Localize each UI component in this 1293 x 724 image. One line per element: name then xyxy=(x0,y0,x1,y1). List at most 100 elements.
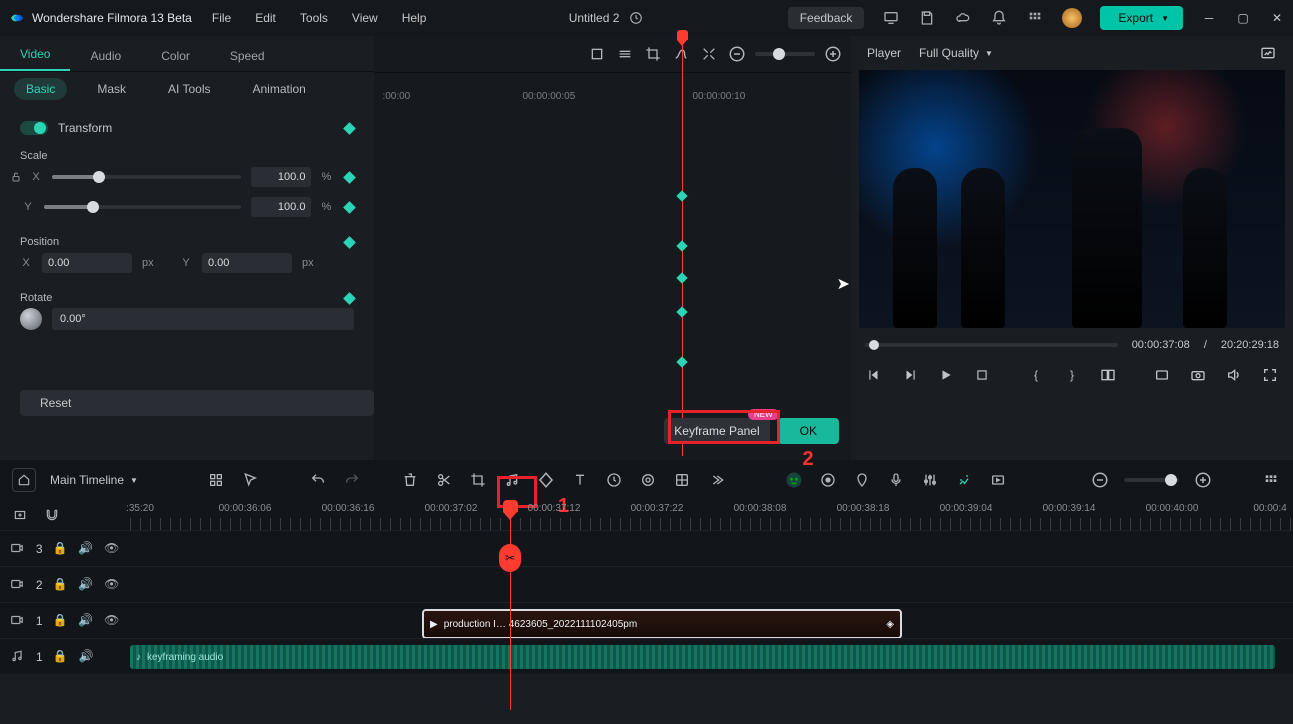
timeline-dropdown[interactable]: Main Timeline▼ xyxy=(50,473,138,487)
close-button[interactable]: ✕ xyxy=(1269,10,1285,26)
keyframe-scale-y[interactable] xyxy=(344,201,357,214)
step-back-icon[interactable] xyxy=(901,366,919,384)
maximize-button[interactable]: ▢ xyxy=(1235,10,1251,26)
feedback-button[interactable]: Feedback xyxy=(788,7,865,29)
tl-zoom-slider[interactable] xyxy=(1124,478,1179,482)
keyframe-rotate[interactable] xyxy=(344,292,357,305)
eye-icon[interactable]: 👁 xyxy=(104,577,120,593)
menu-file[interactable]: File xyxy=(212,11,231,25)
subtab-basic[interactable]: Basic xyxy=(14,78,67,100)
transform-toggle[interactable] xyxy=(20,121,48,135)
scale-x-slider[interactable] xyxy=(52,175,241,179)
mute-track-icon[interactable]: 🔊 xyxy=(78,613,94,629)
lane-v1[interactable]: ▶ production I… 4623605_2022111102405pm … xyxy=(130,602,1293,638)
tab-audio[interactable]: Audio xyxy=(70,41,141,71)
keyframe-position[interactable] xyxy=(344,236,357,249)
video-clip[interactable]: ▶ production I… 4623605_2022111102405pm … xyxy=(422,609,902,639)
magnet-icon[interactable] xyxy=(42,505,62,525)
progress-bar[interactable] xyxy=(865,343,1118,347)
lane-v2[interactable] xyxy=(130,566,1293,602)
scale-y-slider[interactable] xyxy=(44,205,241,209)
kf-dot[interactable] xyxy=(677,272,688,283)
menu-tools[interactable]: Tools xyxy=(300,11,328,25)
stop-icon[interactable] xyxy=(973,366,991,384)
lock-track-icon[interactable]: 🔒 xyxy=(53,649,69,665)
kf-center-icon[interactable] xyxy=(615,44,635,64)
kf-crop-icon[interactable] xyxy=(643,44,663,64)
prev-frame-icon[interactable] xyxy=(865,366,883,384)
lock-icon[interactable] xyxy=(10,171,24,183)
delete-icon[interactable] xyxy=(400,470,420,490)
redo-icon[interactable] xyxy=(342,470,362,490)
audio-clip[interactable]: ♪ keyframing audio xyxy=(130,645,1275,669)
mark-in-icon[interactable]: { xyxy=(1027,366,1045,384)
tab-speed[interactable]: Speed xyxy=(210,41,285,71)
play-icon[interactable] xyxy=(937,366,955,384)
speed-icon[interactable] xyxy=(604,470,624,490)
position-y-value[interactable]: 0.00 xyxy=(202,253,292,273)
keyframe-scale-x[interactable] xyxy=(344,171,357,184)
scale-y-value[interactable]: 100.0 xyxy=(251,197,311,217)
lock-track-icon[interactable]: 🔒 xyxy=(53,577,69,593)
tab-video[interactable]: Video xyxy=(0,39,70,71)
keyframe-tool-icon[interactable] xyxy=(536,470,556,490)
kf-dot[interactable] xyxy=(677,306,688,317)
crop-icon[interactable] xyxy=(468,470,488,490)
save-icon[interactable] xyxy=(918,9,936,27)
position-x-value[interactable]: 0.00 xyxy=(42,253,132,273)
menu-help[interactable]: Help xyxy=(402,11,427,25)
timeline-ruler[interactable]: :35:20 00:00:36:06 00:00:36:16 00:00:37:… xyxy=(130,500,1293,530)
player-viewport[interactable] xyxy=(859,70,1285,328)
quality-dropdown[interactable]: Full Quality▼ xyxy=(919,46,993,60)
scale-x-value[interactable]: 100.0 xyxy=(251,167,311,187)
history-icon[interactable] xyxy=(627,9,645,27)
user-avatar[interactable] xyxy=(1062,8,1082,28)
subtab-animation[interactable]: Animation xyxy=(240,78,317,100)
kf-dot[interactable] xyxy=(677,190,688,201)
export-button[interactable]: Export▼ xyxy=(1100,6,1183,30)
marker-icon[interactable] xyxy=(852,470,872,490)
mute-track-icon[interactable]: 🔊 xyxy=(78,541,94,557)
kf-expand-icon[interactable] xyxy=(699,44,719,64)
zoom-out-icon[interactable] xyxy=(727,44,747,64)
cut-icon[interactable] xyxy=(434,470,454,490)
select-icon[interactable] xyxy=(240,470,260,490)
lane-v3[interactable] xyxy=(130,530,1293,566)
track-head-v2[interactable]: 2 🔒 🔊 👁 xyxy=(0,566,130,602)
color-icon[interactable] xyxy=(638,470,658,490)
snapshot-icon[interactable] xyxy=(1259,44,1277,62)
auto-icon[interactable] xyxy=(954,470,974,490)
eye-icon[interactable]: 👁 xyxy=(104,613,120,629)
mixer-icon[interactable] xyxy=(920,470,940,490)
timeline-playhead[interactable]: ✂ xyxy=(510,500,511,710)
subtab-mask[interactable]: Mask xyxy=(85,78,138,100)
camera-icon[interactable] xyxy=(1189,366,1207,384)
track-head-v1[interactable]: 1 🔒 🔊 👁 xyxy=(0,602,130,638)
kf-dot[interactable] xyxy=(677,356,688,367)
monitor-icon[interactable] xyxy=(882,9,900,27)
lock-track-icon[interactable]: 🔒 xyxy=(53,613,69,629)
more-icon[interactable] xyxy=(706,470,726,490)
zoom-in-icon[interactable] xyxy=(823,44,843,64)
layout-icon[interactable] xyxy=(206,470,226,490)
split-bubble-icon[interactable]: ✂ xyxy=(499,544,521,572)
menu-view[interactable]: View xyxy=(352,11,378,25)
mark-out-icon[interactable]: } xyxy=(1063,366,1081,384)
cloud-icon[interactable] xyxy=(954,9,972,27)
fullscreen-icon[interactable] xyxy=(1261,366,1279,384)
tl-zoom-in-icon[interactable] xyxy=(1193,470,1213,490)
track-head-a1[interactable]: 1 🔒 🔊 xyxy=(0,638,130,674)
eye-icon[interactable]: 👁 xyxy=(104,541,120,557)
home-button[interactable] xyxy=(12,468,36,492)
minimize-button[interactable]: ─ xyxy=(1201,10,1217,26)
track-options-icon[interactable] xyxy=(1261,470,1281,490)
kf-dot[interactable] xyxy=(677,240,688,251)
compare-icon[interactable] xyxy=(1099,366,1117,384)
rotate-value[interactable]: 0.00° xyxy=(52,308,354,330)
rotate-knob[interactable] xyxy=(20,308,42,330)
record-icon[interactable] xyxy=(818,470,838,490)
kf-ruler[interactable]: :00:00 00:00:00:05 00:00:00:10 xyxy=(374,72,851,112)
kf-mode-icon[interactable] xyxy=(587,44,607,64)
render-icon[interactable] xyxy=(988,470,1008,490)
undo-icon[interactable] xyxy=(308,470,328,490)
